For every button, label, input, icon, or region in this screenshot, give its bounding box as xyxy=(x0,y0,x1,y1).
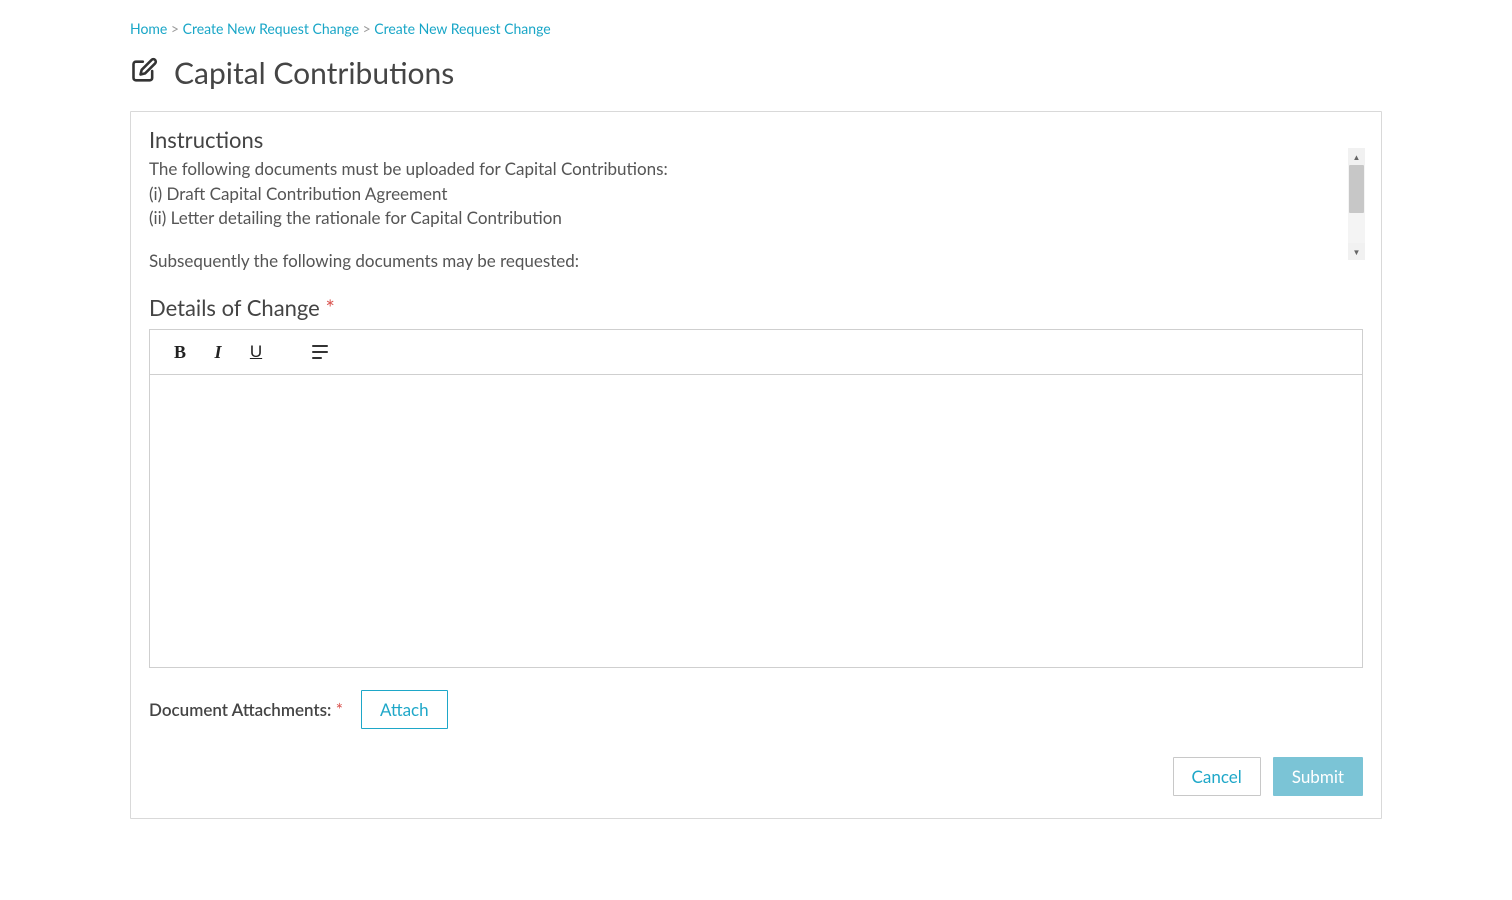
rich-text-editor: B I U xyxy=(149,329,1363,668)
breadcrumb-separator: > xyxy=(363,20,375,37)
editor-toolbar: B I U xyxy=(150,330,1362,375)
instructions-followup: Subsequently the following documents may… xyxy=(149,249,1333,274)
breadcrumb: Home > Create New Request Change > Creat… xyxy=(130,20,1382,37)
cancel-button[interactable]: Cancel xyxy=(1173,757,1261,796)
scroll-thumb[interactable] xyxy=(1349,165,1364,213)
edit-square-icon xyxy=(130,57,158,89)
scroll-track[interactable] xyxy=(1348,165,1365,243)
instructions-item-1: (i) Draft Capital Contribution Agreement xyxy=(149,182,1333,207)
instructions-heading: Instructions xyxy=(149,126,1363,153)
bold-button[interactable]: B xyxy=(170,342,190,362)
breadcrumb-link-create-1[interactable]: Create New Request Change xyxy=(183,20,359,37)
details-of-change-label: Details of Change * xyxy=(149,294,1363,321)
instructions-intro: The following documents must be uploaded… xyxy=(149,157,1333,182)
breadcrumb-link-home[interactable]: Home xyxy=(130,20,167,37)
instructions-scrollpane[interactable]: The following documents must be uploaded… xyxy=(149,157,1363,282)
details-of-change-input[interactable] xyxy=(150,375,1362,667)
underline-button[interactable]: U xyxy=(246,342,266,362)
instructions-item-2: (ii) Letter detailing the rationale for … xyxy=(149,206,1333,231)
page-title: Capital Contributions xyxy=(174,55,454,91)
attach-button[interactable]: Attach xyxy=(361,690,448,729)
scroll-down-icon[interactable]: ▼ xyxy=(1348,243,1365,260)
instructions-scrollbar[interactable]: ▲ ▼ xyxy=(1348,148,1365,260)
scroll-up-icon[interactable]: ▲ xyxy=(1348,148,1365,165)
italic-button[interactable]: I xyxy=(208,342,228,362)
attachments-label: Document Attachments: * xyxy=(149,699,343,720)
align-button[interactable] xyxy=(312,342,332,362)
breadcrumb-separator: > xyxy=(171,20,183,37)
required-asterisk: * xyxy=(325,294,334,321)
submit-button[interactable]: Submit xyxy=(1273,757,1363,796)
required-asterisk: * xyxy=(336,699,343,720)
breadcrumb-link-create-2[interactable]: Create New Request Change xyxy=(374,20,550,37)
form-panel: Instructions The following documents mus… xyxy=(130,111,1382,819)
